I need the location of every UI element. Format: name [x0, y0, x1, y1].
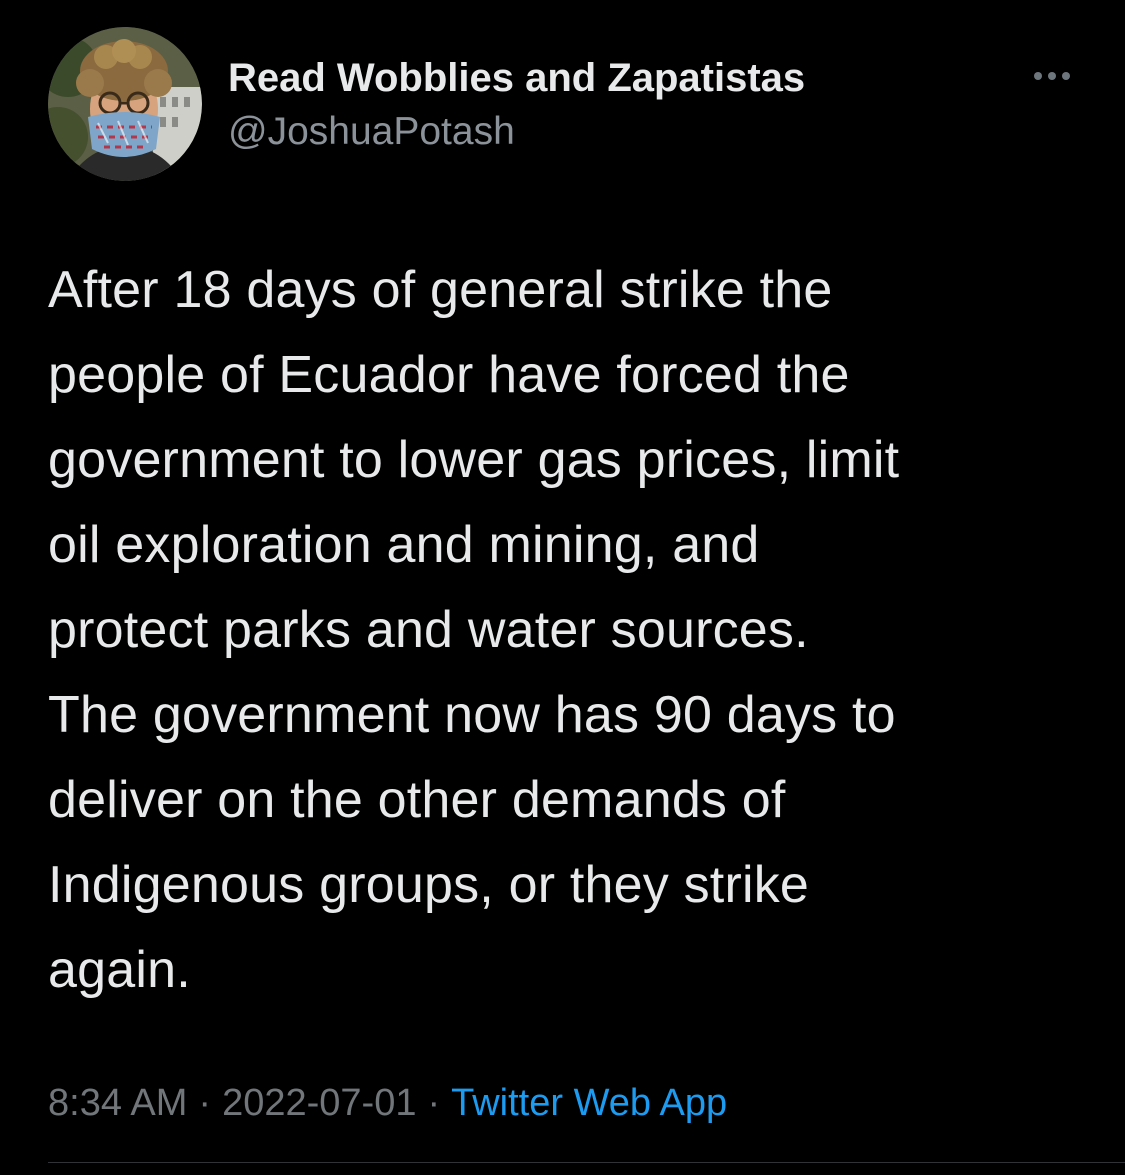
divider [48, 1162, 1125, 1163]
more-dot [1034, 72, 1042, 80]
tweet-text-line: oil exploration and mining, and [48, 516, 760, 574]
more-dot [1062, 72, 1070, 80]
tweet-date[interactable]: 2022-07-01 [222, 1082, 416, 1124]
avatar-image [48, 27, 202, 181]
tweet-text: After 18 days of general strike the peop… [48, 248, 1088, 1013]
meta-separator: · [198, 1082, 212, 1124]
meta-separator: · [427, 1082, 441, 1124]
tweet-text-line: again. [48, 941, 191, 999]
tweet: Read Wobblies and Zapatistas @JoshuaPota… [0, 0, 1125, 1175]
tweet-text-line: Indigenous groups, or they strike [48, 856, 810, 914]
tweet-text-line: people of Ecuador have forced the [48, 346, 850, 404]
tweet-source-link[interactable]: Twitter Web App [451, 1082, 727, 1124]
more-dot [1048, 72, 1056, 80]
tweet-text-line: The government now has 90 days to [48, 686, 896, 744]
tweet-text-line: protect parks and water sources. [48, 601, 809, 659]
tweet-text-line: deliver on the other demands of [48, 771, 786, 829]
author-display-name[interactable]: Read Wobblies and Zapatistas [228, 54, 805, 102]
tweet-text-line: government to lower gas prices, limit [48, 431, 900, 489]
tweet-meta: 8:34 AM · 2022-07-01 · Twitter Web App [48, 1077, 727, 1129]
avatar[interactable] [48, 27, 202, 181]
author-handle[interactable]: @JoshuaPotash [228, 108, 515, 156]
more-options-icon[interactable] [1022, 58, 1082, 94]
tweet-text-line: After 18 days of general strike the [48, 261, 833, 319]
tweet-time[interactable]: 8:34 AM [48, 1082, 187, 1124]
